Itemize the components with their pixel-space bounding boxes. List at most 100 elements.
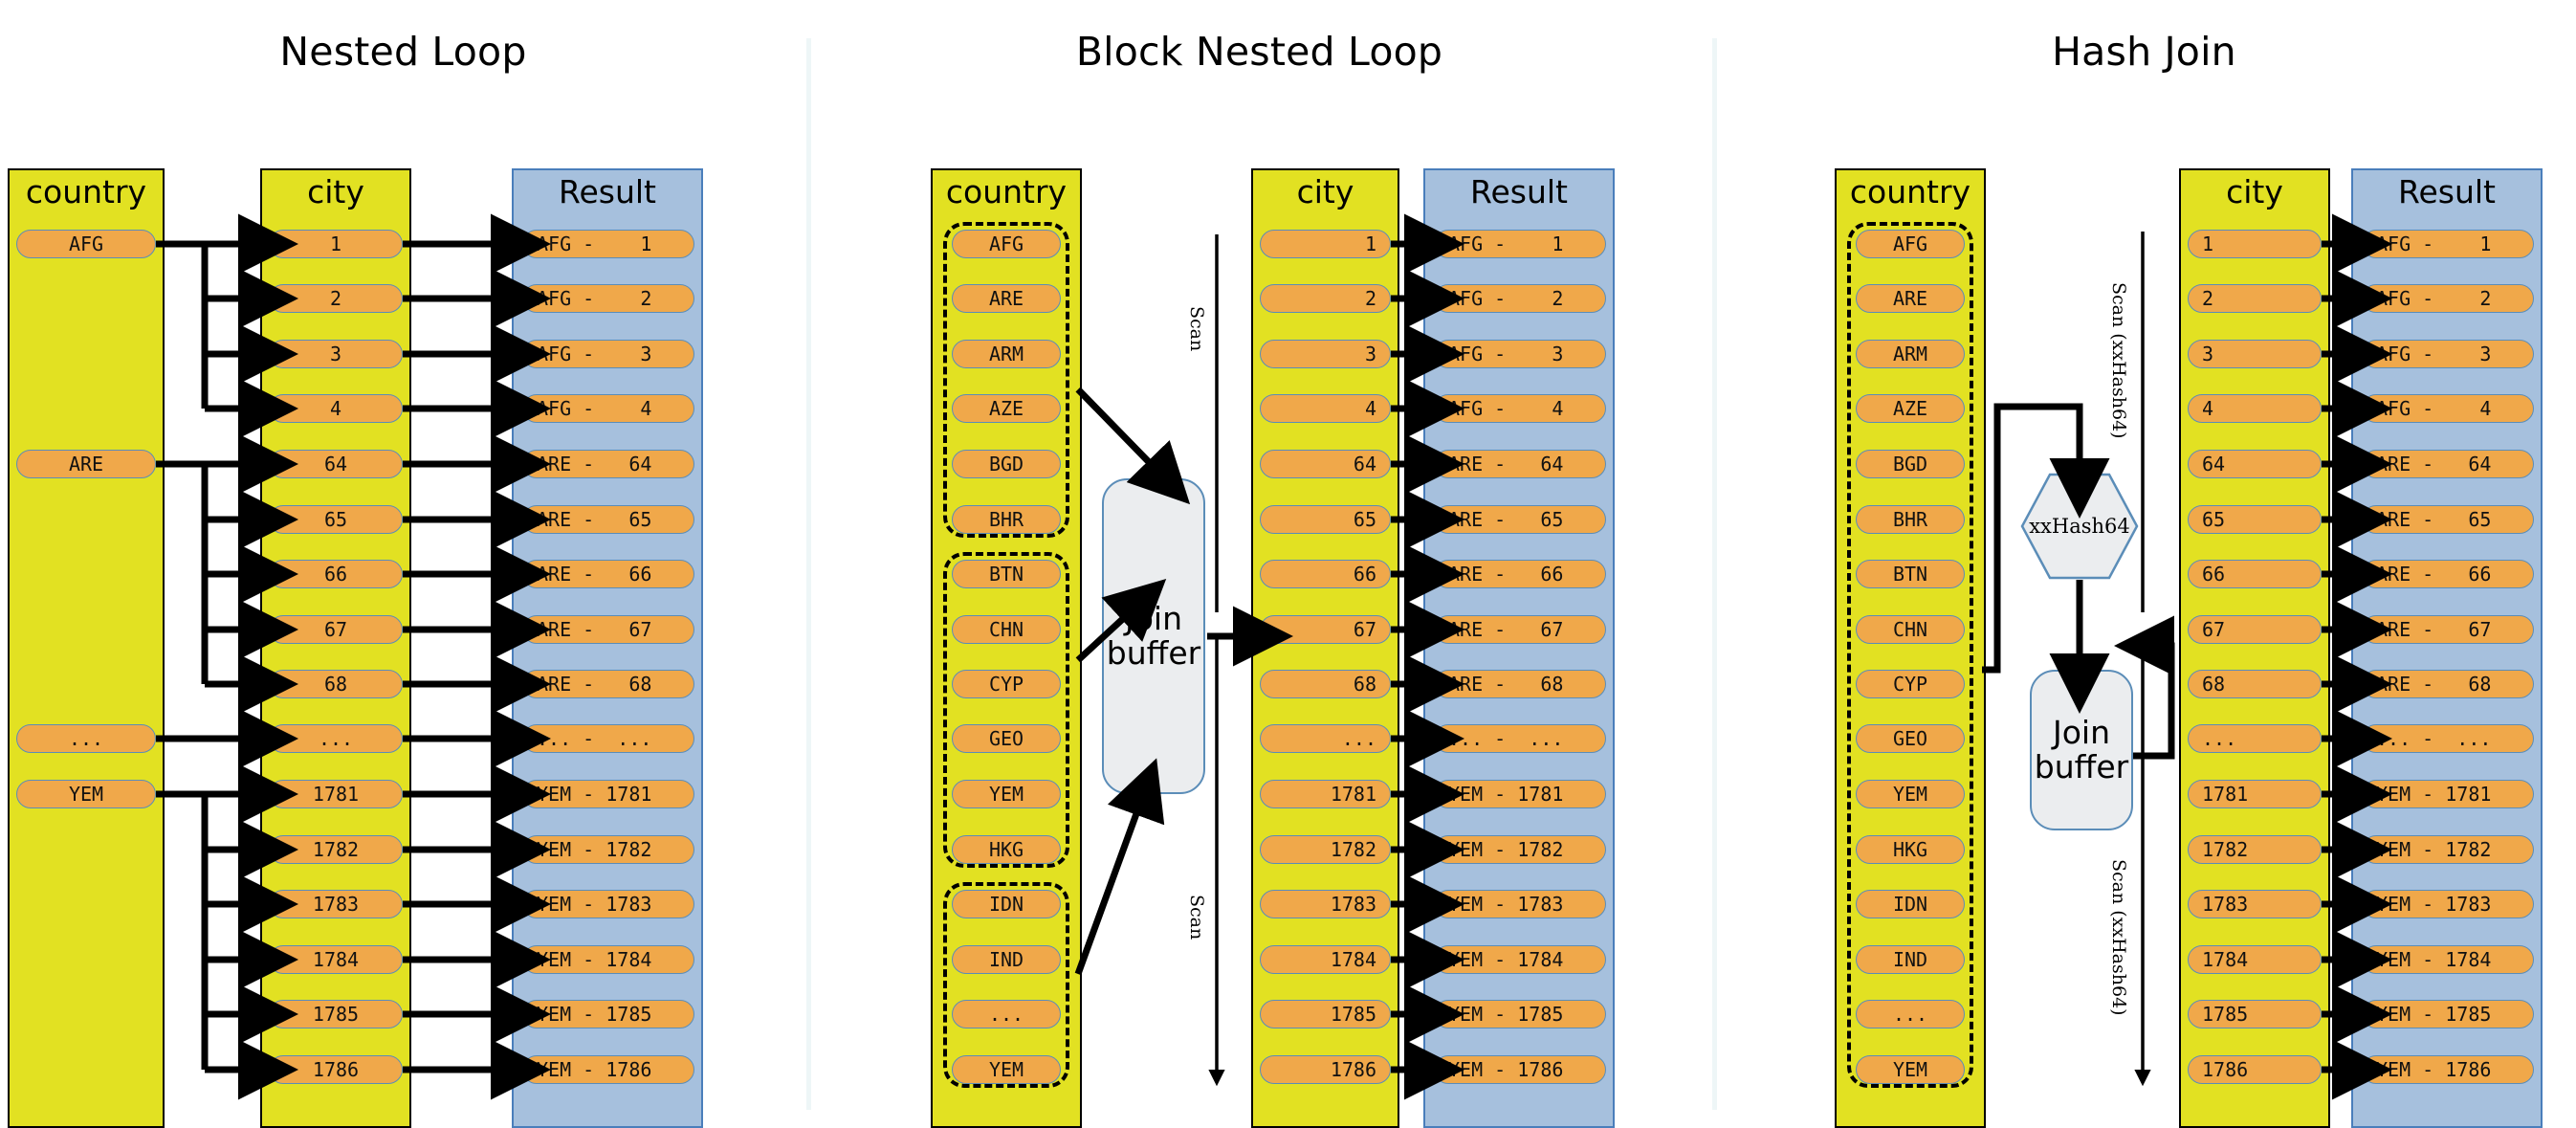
p3-result-row[interactable]: ARE - 67 [2362,615,2534,644]
p2-country-row[interactable]: YEM [952,1055,1061,1084]
p1-city-row[interactable]: 1783 [269,890,403,918]
p1-result-row[interactable]: ... - ... [522,724,694,753]
p2-result-row[interactable]: AFG - 4 [1434,394,1606,423]
p2-result-row[interactable]: AFG - 2 [1434,284,1606,313]
p1-country-row[interactable]: AFG [16,230,156,258]
p3-country-row[interactable]: AZE [1856,394,1965,423]
p2-city-row[interactable]: 1 [1260,230,1391,258]
p2-city-row[interactable]: 1783 [1260,890,1391,918]
p3-city-row[interactable]: 1786 [2188,1055,2322,1084]
p2-result-row[interactable]: YEM - 1782 [1434,835,1606,864]
p2-city-row[interactable]: 67 [1260,615,1391,644]
p3-result-row[interactable]: ARE - 65 [2362,505,2534,534]
p3-city-row[interactable]: 1783 [2188,890,2322,918]
p3-country-row[interactable]: CHN [1856,615,1965,644]
p3-result-row[interactable]: YEM - 1786 [2362,1055,2534,1084]
p3-result-row[interactable]: ARE - 66 [2362,560,2534,588]
p1-result-row[interactable]: ARE - 64 [522,450,694,478]
p2-result-row[interactable]: ... - ... [1434,724,1606,753]
p1-city-row[interactable]: 1785 [269,1000,403,1028]
p3-city-row[interactable]: ... [2188,724,2322,753]
p3-result-row[interactable]: AFG - 4 [2362,394,2534,423]
p3-city-row[interactable]: 1785 [2188,1000,2322,1028]
p3-city-row[interactable]: 1782 [2188,835,2322,864]
p2-city-row[interactable]: 1781 [1260,780,1391,808]
p3-country-row[interactable]: CYP [1856,670,1965,698]
p3-city-row[interactable]: 1 [2188,230,2322,258]
p2-city-row[interactable]: 1782 [1260,835,1391,864]
p1-result-row[interactable]: YEM - 1785 [522,1000,694,1028]
p3-city-row[interactable]: 2 [2188,284,2322,313]
p3-result-row[interactable]: YEM - 1782 [2362,835,2534,864]
p1-city-row[interactable]: 1781 [269,780,403,808]
p3-result-row[interactable]: AFG - 3 [2362,340,2534,368]
p3-result-row[interactable]: YEM - 1781 [2362,780,2534,808]
p2-result-row[interactable]: YEM - 1783 [1434,890,1606,918]
p2-result-row[interactable]: YEM - 1786 [1434,1055,1606,1084]
p3-result-row[interactable]: AFG - 1 [2362,230,2534,258]
p2-country-row[interactable]: ... [952,1000,1061,1028]
p2-country-row[interactable]: IND [952,945,1061,974]
p1-result-row[interactable]: AFG - 2 [522,284,694,313]
p2-country-row[interactable]: GEO [952,724,1061,753]
p2-country-row[interactable]: AZE [952,394,1061,423]
p3-country-row[interactable]: YEM [1856,1055,1965,1084]
p2-result-row[interactable]: AFG - 3 [1434,340,1606,368]
p3-city-row[interactable]: 64 [2188,450,2322,478]
p2-city-row[interactable]: 66 [1260,560,1391,588]
p2-country-row[interactable]: ARE [952,284,1061,313]
p2-city-row[interactable]: 3 [1260,340,1391,368]
p3-city-row[interactable]: 4 [2188,394,2322,423]
p1-city-row[interactable]: 1786 [269,1055,403,1084]
p3-city-row[interactable]: 3 [2188,340,2322,368]
p1-city-row[interactable]: ... [269,724,403,753]
p1-country-row[interactable]: ARE [16,450,156,478]
p3-result-row[interactable]: ... - ... [2362,724,2534,753]
p3-result-row[interactable]: YEM - 1785 [2362,1000,2534,1028]
p3-city-row[interactable]: 66 [2188,560,2322,588]
p2-country-row[interactable]: YEM [952,780,1061,808]
p3-country-row[interactable]: BTN [1856,560,1965,588]
p1-result-row[interactable]: ARE - 68 [522,670,694,698]
p3-country-row[interactable]: HKG [1856,835,1965,864]
p2-result-row[interactable]: ARE - 67 [1434,615,1606,644]
p1-city-row[interactable]: 2 [269,284,403,313]
p2-country-row[interactable]: BHR [952,505,1061,534]
p2-country-row[interactable]: CYP [952,670,1061,698]
p1-city-row[interactable]: 64 [269,450,403,478]
p1-city-row[interactable]: 4 [269,394,403,423]
p2-result-row[interactable]: AFG - 1 [1434,230,1606,258]
p1-city-row[interactable]: 68 [269,670,403,698]
p3-result-row[interactable]: ARE - 64 [2362,450,2534,478]
p2-country-row[interactable]: ARM [952,340,1061,368]
p2-city-row[interactable]: 1784 [1260,945,1391,974]
p2-city-row[interactable]: 4 [1260,394,1391,423]
p3-city-row[interactable]: 68 [2188,670,2322,698]
p3-result-row[interactable]: AFG - 2 [2362,284,2534,313]
p2-country-row[interactable]: BTN [952,560,1061,588]
p2-country-row[interactable]: HKG [952,835,1061,864]
p3-city-row[interactable]: 67 [2188,615,2322,644]
p1-result-row[interactable]: YEM - 1786 [522,1055,694,1084]
p2-city-row[interactable]: 1785 [1260,1000,1391,1028]
p2-result-row[interactable]: ARE - 64 [1434,450,1606,478]
p3-result-row[interactable]: YEM - 1784 [2362,945,2534,974]
p1-country-row[interactable]: YEM [16,780,156,808]
p1-result-row[interactable]: ARE - 66 [522,560,694,588]
p2-city-row[interactable]: 1786 [1260,1055,1391,1084]
p3-country-row[interactable]: ARE [1856,284,1965,313]
p2-result-row[interactable]: YEM - 1781 [1434,780,1606,808]
p1-result-row[interactable]: YEM - 1782 [522,835,694,864]
p1-result-row[interactable]: YEM - 1783 [522,890,694,918]
p3-country-row[interactable]: AFG [1856,230,1965,258]
p3-result-row[interactable]: YEM - 1783 [2362,890,2534,918]
p2-city-row[interactable]: 64 [1260,450,1391,478]
p1-city-row[interactable]: 1 [269,230,403,258]
p1-result-row[interactable]: AFG - 4 [522,394,694,423]
p1-result-row[interactable]: YEM - 1781 [522,780,694,808]
p3-country-row[interactable]: GEO [1856,724,1965,753]
p1-city-row[interactable]: 1784 [269,945,403,974]
p1-result-row[interactable]: AFG - 1 [522,230,694,258]
p3-country-row[interactable]: ... [1856,1000,1965,1028]
p3-country-row[interactable]: IDN [1856,890,1965,918]
